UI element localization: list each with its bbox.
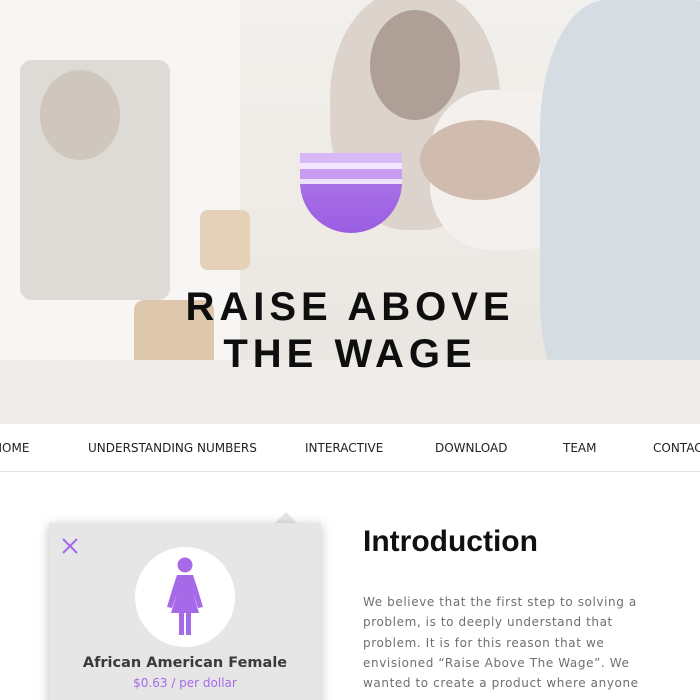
intro-line: envisioned “Raise Above The Wage”. We [363, 655, 630, 670]
intro-line: problem. It is for this reason that we [363, 635, 605, 650]
hero-title-line2: THE WAGE [223, 332, 477, 376]
nav-item-understanding-numbers[interactable]: UNDERSTANDING NUMBERS [88, 441, 257, 455]
intro-line: problem, is to deeply understand that [363, 615, 613, 630]
intro-line: We believe that the first step to solvin… [363, 595, 637, 609]
nav-item-home[interactable]: HOME [0, 441, 29, 455]
nav-item-team[interactable]: TEAM [563, 441, 596, 455]
nav-item-download[interactable]: DOWNLOAD [435, 441, 507, 455]
intro-title: Introduction [363, 525, 538, 558]
avatar [135, 547, 235, 647]
female-figure-icon [167, 557, 203, 635]
card-name: African American Female [82, 655, 288, 671]
demographic-card: African American Female $0.63 / per doll… [49, 523, 321, 700]
intro-line: wanted to create a product where anyone [363, 676, 639, 691]
nav-item-interactive[interactable]: INTERACTIVE [305, 441, 383, 455]
hero-title: RAISE ABOVE THE WAGE [0, 284, 700, 378]
hero-banner: RAISE ABOVE THE WAGE [0, 0, 700, 424]
hero-title-line1: RAISE ABOVE [185, 285, 515, 329]
nav-item-contact[interactable]: CONTACT [653, 441, 700, 455]
card-wage: $0.63 / per dollar [133, 676, 237, 690]
main-nav: HOME UNDERSTANDING NUMBERS INTERACTIVE D… [0, 424, 700, 472]
close-icon[interactable] [61, 537, 79, 555]
intro-paragraph: We believe that the first step to solvin… [363, 592, 643, 693]
